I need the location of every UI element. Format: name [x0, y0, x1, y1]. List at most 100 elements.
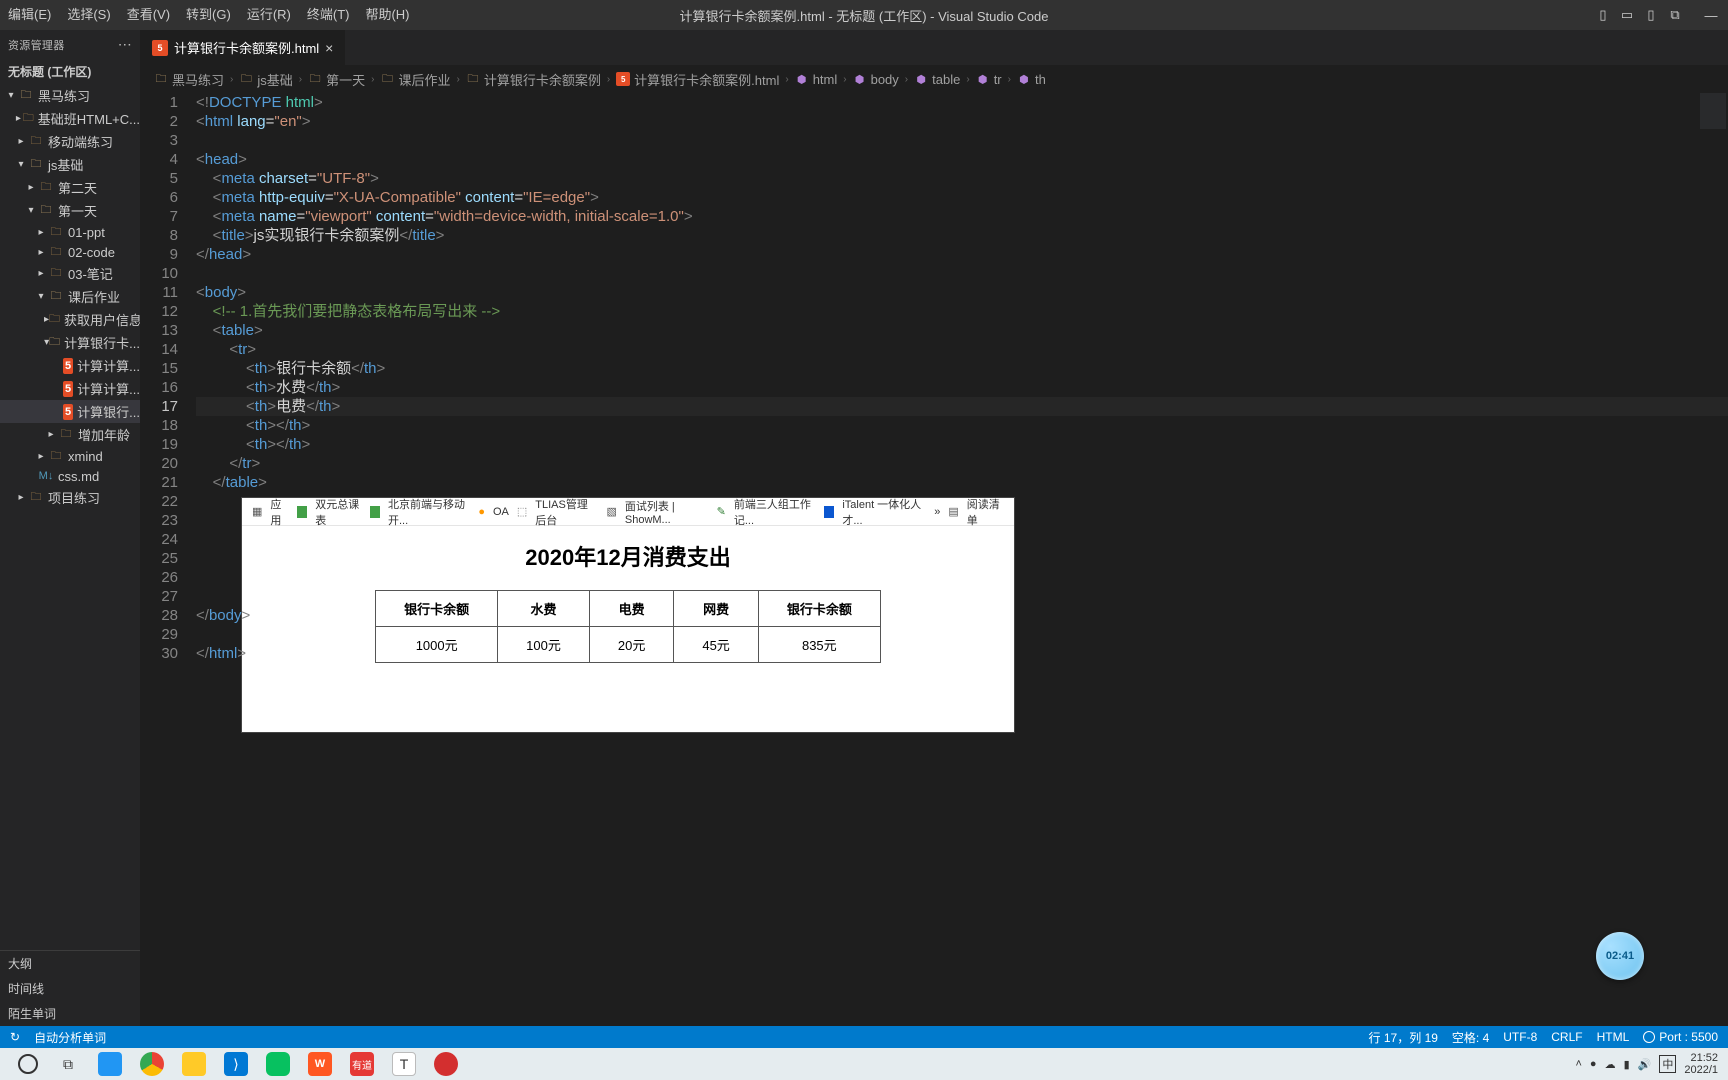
tree-item[interactable]: 🗀计算银行卡...: [0, 331, 140, 354]
tree-item[interactable]: 5计算银行...: [0, 400, 140, 423]
folder-icon: 🗀: [380, 72, 394, 86]
status-sync[interactable]: ↻: [10, 1030, 20, 1044]
tree-item[interactable]: 🗀03-笔记: [0, 262, 140, 285]
tree-item[interactable]: 🗀课后作业: [0, 285, 140, 308]
words-section[interactable]: 陌生单词: [0, 1001, 140, 1026]
tree-item[interactable]: 🗀基础班HTML+C...: [0, 107, 140, 130]
tree-item[interactable]: M↓css.md: [0, 466, 140, 486]
explorer-icon[interactable]: [182, 1052, 206, 1076]
workspace-name[interactable]: 无标题 (工作区): [0, 59, 140, 84]
breadcrumb-segment[interactable]: ⬢table: [914, 72, 960, 87]
breadcrumb-segment[interactable]: ⬢tr: [976, 72, 1002, 87]
symbol-icon: ⬢: [914, 72, 928, 86]
breadcrumb-sep: ›: [905, 74, 908, 85]
menu-run[interactable]: 运行(R): [239, 0, 299, 30]
html-file-icon: 5: [616, 72, 630, 86]
folder-icon: 🗀: [154, 72, 168, 86]
file-tree[interactable]: 🗀黑马练习🗀基础班HTML+C...🗀移动端练习🗀js基础🗀第二天🗀第一天🗀01…: [0, 84, 140, 950]
outline-section[interactable]: 大纲: [0, 951, 140, 976]
tree-item-label: 获取用户信息: [64, 310, 140, 329]
task-view-icon[interactable]: ⧉: [56, 1052, 80, 1076]
tray-ime[interactable]: 中: [1659, 1055, 1676, 1073]
status-liveserver[interactable]: Port : 5500: [1643, 1030, 1718, 1044]
tree-item[interactable]: 🗀项目练习: [0, 486, 140, 509]
layout-toggle-3-icon[interactable]: ▯: [1642, 6, 1660, 24]
app-1-icon[interactable]: [98, 1052, 122, 1076]
tree-item[interactable]: 🗀获取用户信息: [0, 308, 140, 331]
breadcrumb-segment[interactable]: 🗀第一天: [308, 70, 365, 89]
start-icon[interactable]: [18, 1054, 38, 1074]
tree-item[interactable]: 🗀第一天: [0, 199, 140, 222]
minimize-icon[interactable]: —: [1702, 6, 1720, 24]
tray-cloud-icon[interactable]: ☁: [1605, 1058, 1616, 1071]
breadcrumb-segment[interactable]: 5计算银行卡余额案例.html: [616, 70, 779, 89]
tray-cn-icon[interactable]: ●: [1590, 1058, 1597, 1070]
wechat-icon[interactable]: [266, 1052, 290, 1076]
tree-item-label: 02-code: [68, 245, 115, 260]
folder-open-icon: 🗀: [18, 88, 34, 104]
tree-item[interactable]: 5计算计算...: [0, 377, 140, 400]
tree-item[interactable]: 🗀02-code: [0, 242, 140, 262]
folder-icon: 🗀: [48, 224, 64, 240]
breadcrumb-segment[interactable]: 🗀黑马练习: [154, 70, 224, 89]
breadcrumb-segment[interactable]: ⬢html: [795, 72, 838, 87]
status-eol[interactable]: CRLF: [1551, 1030, 1582, 1044]
typora-icon[interactable]: T: [392, 1052, 416, 1076]
tree-item[interactable]: 🗀黑马练习: [0, 84, 140, 107]
tray-volume-icon[interactable]: 🔊: [1638, 1058, 1652, 1071]
breadcrumb-segment[interactable]: 🗀计算银行卡余额案例: [466, 70, 601, 89]
menu-select[interactable]: 选择(S): [59, 0, 118, 30]
chrome-icon[interactable]: [140, 1052, 164, 1076]
status-lang[interactable]: HTML: [1597, 1030, 1630, 1044]
layout-toggle-4-icon[interactable]: ⧉: [1666, 6, 1684, 24]
tree-item[interactable]: 🗀第二天: [0, 176, 140, 199]
code-editor[interactable]: 1234567891011121314151617181920212223242…: [140, 93, 1728, 1026]
tab-close-icon[interactable]: ×: [325, 40, 333, 56]
layout-toggle-2-icon[interactable]: ▭: [1618, 6, 1636, 24]
tree-item[interactable]: 5计算计算...: [0, 354, 140, 377]
symbol-icon: ⬢: [795, 72, 809, 86]
menu-help[interactable]: 帮助(H): [357, 0, 417, 30]
tray-battery-icon[interactable]: ▮: [1624, 1058, 1630, 1071]
menu-terminal[interactable]: 终端(T): [299, 0, 358, 30]
folder-icon: 🗀: [23, 111, 34, 127]
youdao-icon[interactable]: 有道: [350, 1052, 374, 1076]
taskbar-clock[interactable]: 21:52 2022/1: [1684, 1052, 1718, 1076]
status-encoding[interactable]: UTF-8: [1503, 1030, 1537, 1044]
menu-goto[interactable]: 转到(G): [178, 0, 239, 30]
layout-toggle-1-icon[interactable]: ▯: [1594, 6, 1612, 24]
tree-item-label: 黑马练习: [38, 86, 90, 105]
twisty-icon: [44, 429, 58, 440]
breadcrumb-segment[interactable]: ⬢th: [1017, 72, 1046, 87]
tree-item[interactable]: 🗀增加年龄: [0, 423, 140, 446]
status-analyze-words[interactable]: 自动分析单词: [34, 1029, 106, 1046]
twisty-icon: [34, 291, 48, 302]
wps-icon[interactable]: W: [308, 1052, 332, 1076]
tree-item-label: 基础班HTML+C...: [38, 109, 140, 128]
breadcrumb-segment[interactable]: ⬢body: [853, 72, 899, 87]
breadcrumb[interactable]: 🗀黑马练习›🗀js基础›🗀第一天›🗀课后作业›🗀计算银行卡余额案例›5计算银行卡…: [140, 65, 1728, 93]
breadcrumb-sep: ›: [607, 74, 610, 85]
editor-tabs: 5 计算银行卡余额案例.html ×: [140, 30, 1728, 65]
breadcrumb-segment[interactable]: 🗀课后作业: [380, 70, 450, 89]
tray-up-icon[interactable]: ˄: [1575, 1058, 1581, 1070]
tab-active[interactable]: 5 计算银行卡余额案例.html ×: [140, 30, 346, 65]
explorer-more-icon[interactable]: ⋯: [118, 36, 132, 53]
menu-view[interactable]: 查看(V): [119, 0, 178, 30]
broadcast-icon: [1643, 1031, 1655, 1043]
breadcrumb-sep: ›: [456, 74, 459, 85]
timer-badge[interactable]: 02:41: [1596, 932, 1644, 980]
breadcrumb-segment[interactable]: 🗀js基础: [239, 70, 292, 89]
tree-item[interactable]: 🗀js基础: [0, 153, 140, 176]
status-indent[interactable]: 空格: 4: [1452, 1029, 1489, 1046]
timeline-section[interactable]: 时间线: [0, 976, 140, 1001]
status-line-col[interactable]: 行 17，列 19: [1369, 1029, 1438, 1046]
editor: 5 计算银行卡余额案例.html × 🗀黑马练习 › 🗀js基础 › 🗀第一天 › 🗀课后作…: [140, 30, 1728, 1026]
menu-edit[interactable]: 编辑(E): [0, 0, 59, 30]
folder-icon: 🗀: [48, 266, 64, 282]
tree-item[interactable]: 🗀01-ppt: [0, 222, 140, 242]
vscode-icon[interactable]: ⟩: [224, 1052, 248, 1076]
netease-icon[interactable]: [434, 1052, 458, 1076]
tree-item[interactable]: 🗀移动端练习: [0, 130, 140, 153]
tree-item[interactable]: 🗀xmind: [0, 446, 140, 466]
